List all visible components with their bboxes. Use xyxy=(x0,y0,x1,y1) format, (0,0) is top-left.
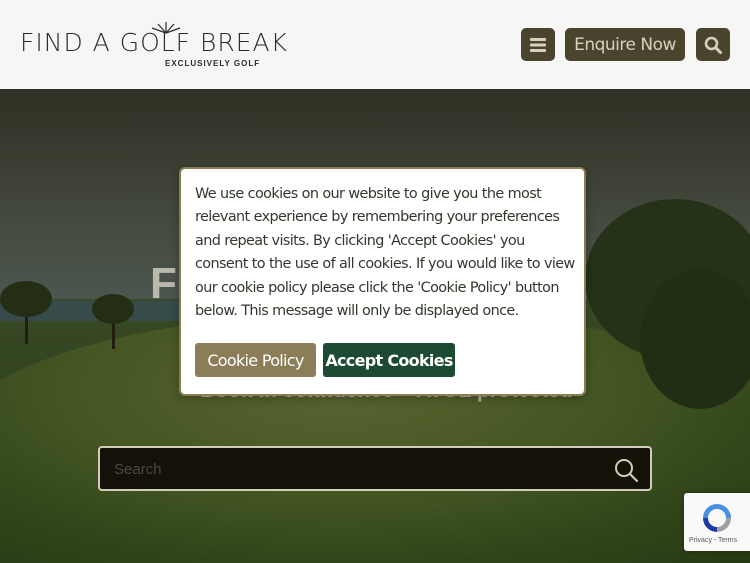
recaptcha-badge[interactable]: Privacy - Terms xyxy=(684,493,750,551)
accept-cookies-button[interactable]: Accept Cookies xyxy=(323,343,455,377)
cookie-policy-button[interactable]: Cookie Policy xyxy=(195,343,316,377)
search-icon xyxy=(704,36,722,54)
cookie-consent-dialog: We use cookies on our website to give yo… xyxy=(179,167,586,396)
menu-button[interactable] xyxy=(521,28,555,61)
recaptcha-links[interactable]: Privacy - Terms xyxy=(689,537,737,544)
search-input[interactable] xyxy=(114,458,594,480)
hamburger-menu-icon xyxy=(530,37,546,52)
recaptcha-icon xyxy=(703,504,731,532)
logo-wordmark: FIND A GOLF BREAK xyxy=(20,28,289,57)
header-search-button[interactable] xyxy=(696,28,730,61)
enquire-now-button[interactable]: Enquire Now xyxy=(565,28,685,61)
hero-search-bar xyxy=(98,446,652,491)
logo-tagline: EXCLUSIVELY GOLF xyxy=(165,59,261,68)
site-logo[interactable]: FIND A GOLF BREAK EXCLUSIVELY GOLF xyxy=(20,22,295,72)
site-header: FIND A GOLF BREAK EXCLUSIVELY GOLF Enqui… xyxy=(0,0,750,89)
cookie-message: We use cookies on our website to give yo… xyxy=(195,186,575,320)
search-icon[interactable] xyxy=(613,457,639,483)
